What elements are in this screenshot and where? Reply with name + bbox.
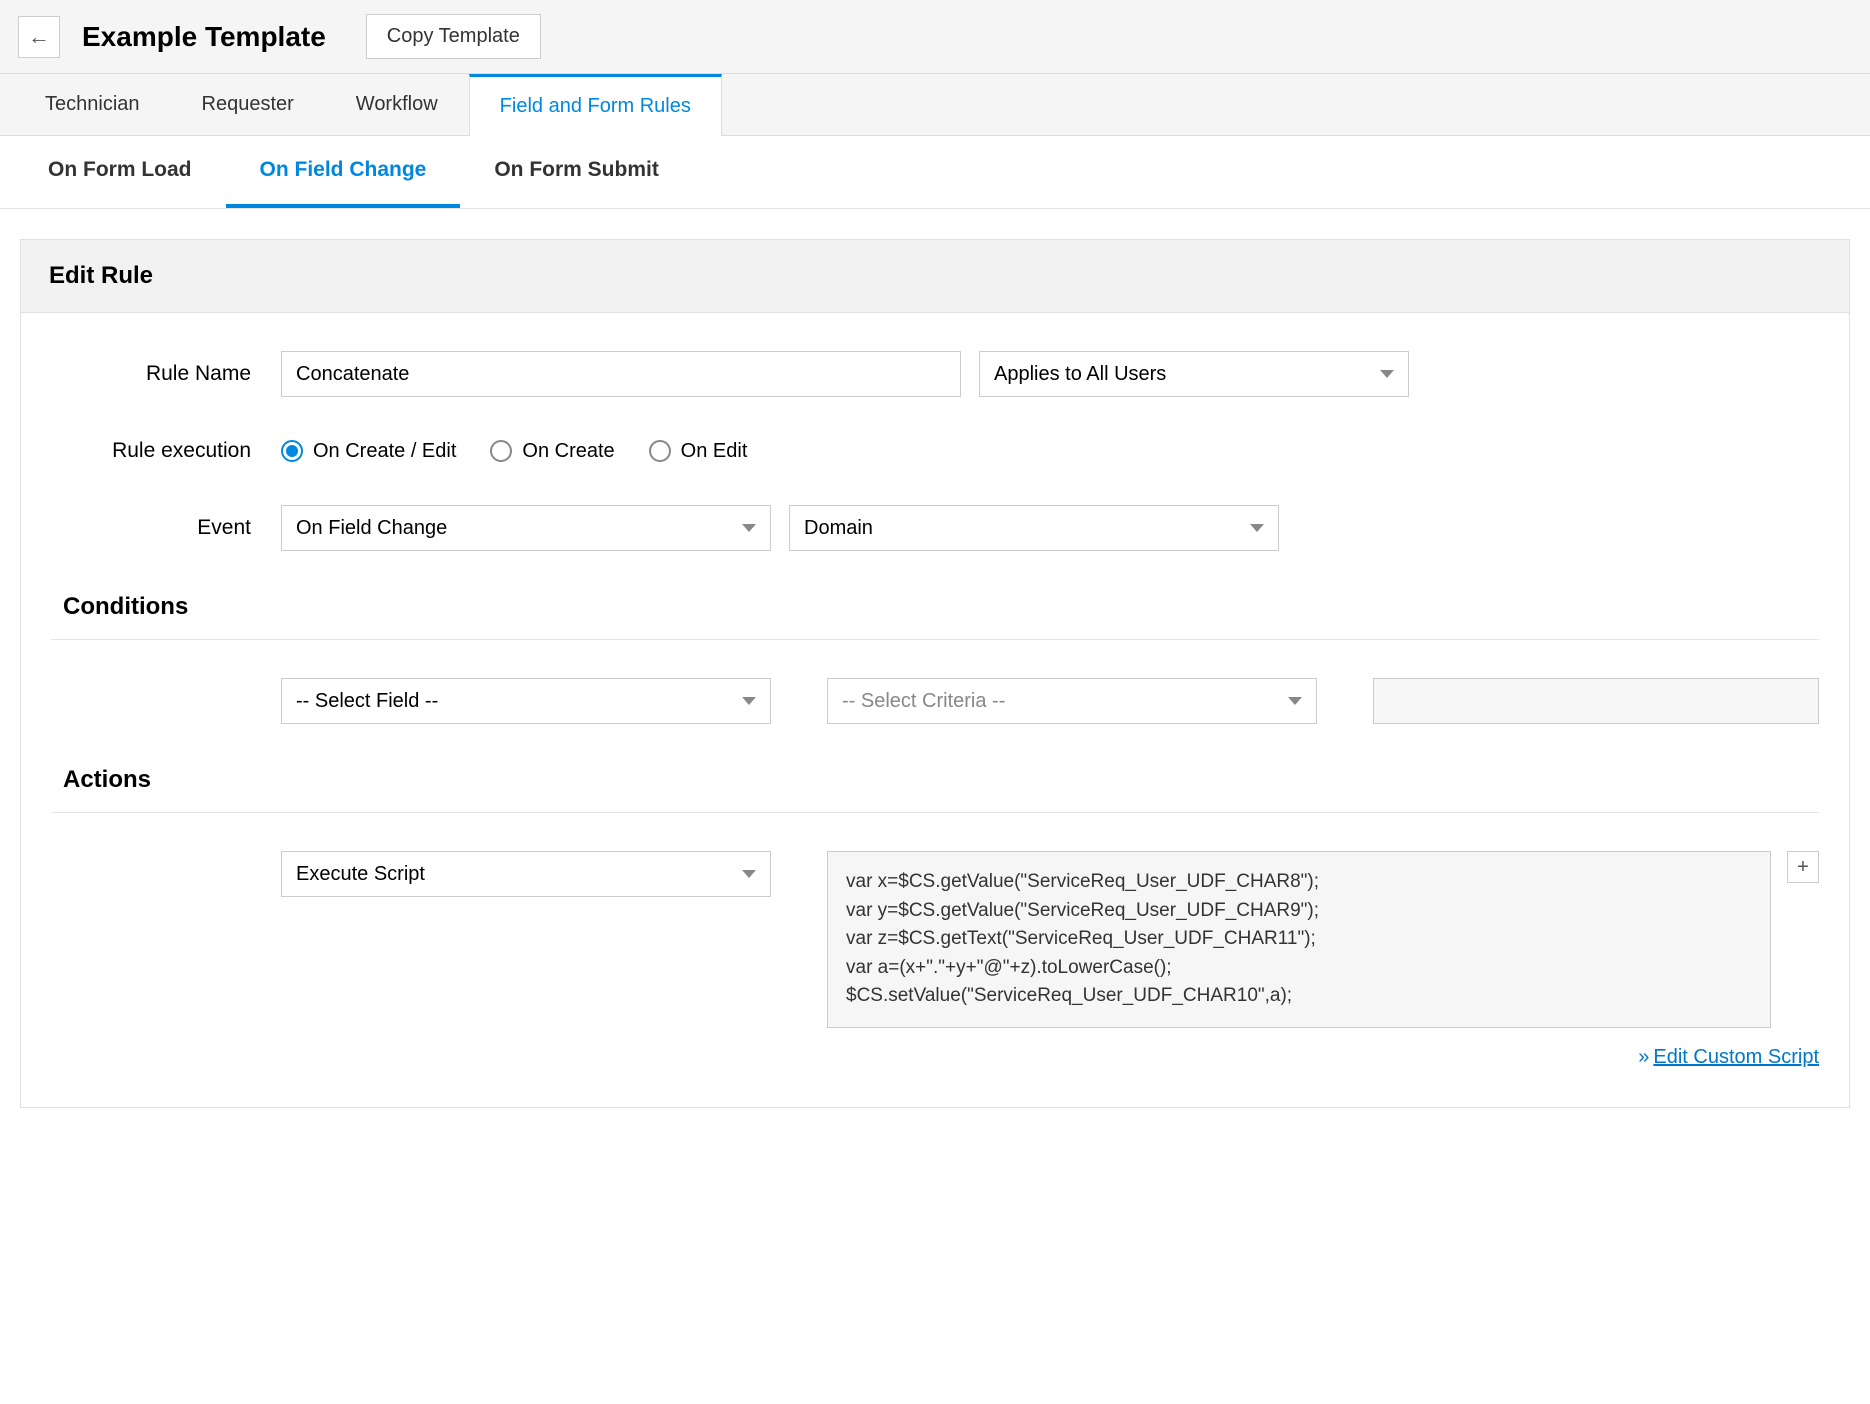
radio-edit[interactable]: On Edit xyxy=(649,440,748,463)
row-rule-execution: Rule execution On Create / Edit On Creat… xyxy=(51,439,1819,463)
actions-title: Actions xyxy=(63,766,1819,794)
tab-workflow[interactable]: Workflow xyxy=(325,74,469,135)
subtab-form-load[interactable]: On Form Load xyxy=(14,136,226,208)
condition-value-input[interactable] xyxy=(1373,678,1819,724)
action-type-select[interactable]: Execute Script xyxy=(281,851,771,897)
subtab-field-change[interactable]: On Field Change xyxy=(226,136,461,208)
row-conditions: -- Select Field -- -- Select Criteria -- xyxy=(51,678,1819,724)
tab-technician[interactable]: Technician xyxy=(14,74,171,135)
panel-body: Rule Name Concatenate Applies to All Use… xyxy=(20,313,1850,1108)
raquo-icon: » xyxy=(1638,1046,1649,1068)
add-action-button[interactable]: + xyxy=(1787,851,1819,883)
event-type-value: On Field Change xyxy=(296,517,447,540)
radio-label: On Edit xyxy=(681,440,748,463)
condition-field-select[interactable]: -- Select Field -- xyxy=(281,678,771,724)
event-label: Event xyxy=(51,516,281,540)
edit-script-row: »Edit Custom Script xyxy=(51,1046,1819,1069)
radio-label: On Create xyxy=(522,440,614,463)
condition-criteria-placeholder: -- Select Criteria -- xyxy=(842,690,1005,713)
row-rule-name: Rule Name Concatenate Applies to All Use… xyxy=(51,351,1819,397)
row-event: Event On Field Change Domain xyxy=(51,505,1819,551)
script-textarea[interactable]: var x=$CS.getValue("ServiceReq_User_UDF_… xyxy=(827,851,1771,1028)
radio-create-edit[interactable]: On Create / Edit xyxy=(281,440,456,463)
page-title: Example Template xyxy=(82,21,326,53)
chevron-down-icon xyxy=(742,697,756,705)
condition-field-placeholder: -- Select Field -- xyxy=(296,690,438,713)
tab-field-form-rules[interactable]: Field and Form Rules xyxy=(469,74,722,136)
edit-custom-script-link[interactable]: Edit Custom Script xyxy=(1653,1046,1819,1068)
chevron-down-icon xyxy=(742,870,756,878)
rule-execution-group: On Create / Edit On Create On Edit xyxy=(281,440,747,463)
rule-execution-label: Rule execution xyxy=(51,439,281,463)
rule-name-label: Rule Name xyxy=(51,362,281,386)
subtab-form-submit[interactable]: On Form Submit xyxy=(460,136,693,208)
radio-icon xyxy=(649,440,671,462)
primary-tabs: Technician Requester Workflow Field and … xyxy=(0,74,1870,136)
applies-to-value: Applies to All Users xyxy=(994,363,1166,386)
applies-to-select[interactable]: Applies to All Users xyxy=(979,351,1409,397)
copy-template-button[interactable]: Copy Template xyxy=(366,14,541,59)
back-arrow-icon: ← xyxy=(28,24,50,50)
row-actions: Execute Script var x=$CS.getValue("Servi… xyxy=(51,851,1819,1028)
radio-icon xyxy=(490,440,512,462)
divider xyxy=(51,812,1819,813)
action-type-value: Execute Script xyxy=(296,863,425,886)
conditions-title: Conditions xyxy=(63,593,1819,621)
chevron-down-icon xyxy=(1250,524,1264,532)
content-area: Edit Rule Rule Name Concatenate Applies … xyxy=(0,209,1870,1128)
chevron-down-icon xyxy=(1288,697,1302,705)
radio-icon xyxy=(281,440,303,462)
panel-header: Edit Rule xyxy=(20,239,1850,313)
top-bar: ← Example Template Copy Template xyxy=(0,0,1870,74)
chevron-down-icon xyxy=(1380,370,1394,378)
chevron-down-icon xyxy=(742,524,756,532)
event-field-value: Domain xyxy=(804,517,873,540)
event-field-select[interactable]: Domain xyxy=(789,505,1279,551)
radio-label: On Create / Edit xyxy=(313,440,456,463)
tab-requester[interactable]: Requester xyxy=(171,74,325,135)
secondary-tabs: On Form Load On Field Change On Form Sub… xyxy=(0,136,1870,209)
back-button[interactable]: ← xyxy=(18,16,60,58)
event-type-select[interactable]: On Field Change xyxy=(281,505,771,551)
rule-name-input[interactable]: Concatenate xyxy=(281,351,961,397)
divider xyxy=(51,639,1819,640)
radio-create[interactable]: On Create xyxy=(490,440,614,463)
condition-criteria-select[interactable]: -- Select Criteria -- xyxy=(827,678,1317,724)
